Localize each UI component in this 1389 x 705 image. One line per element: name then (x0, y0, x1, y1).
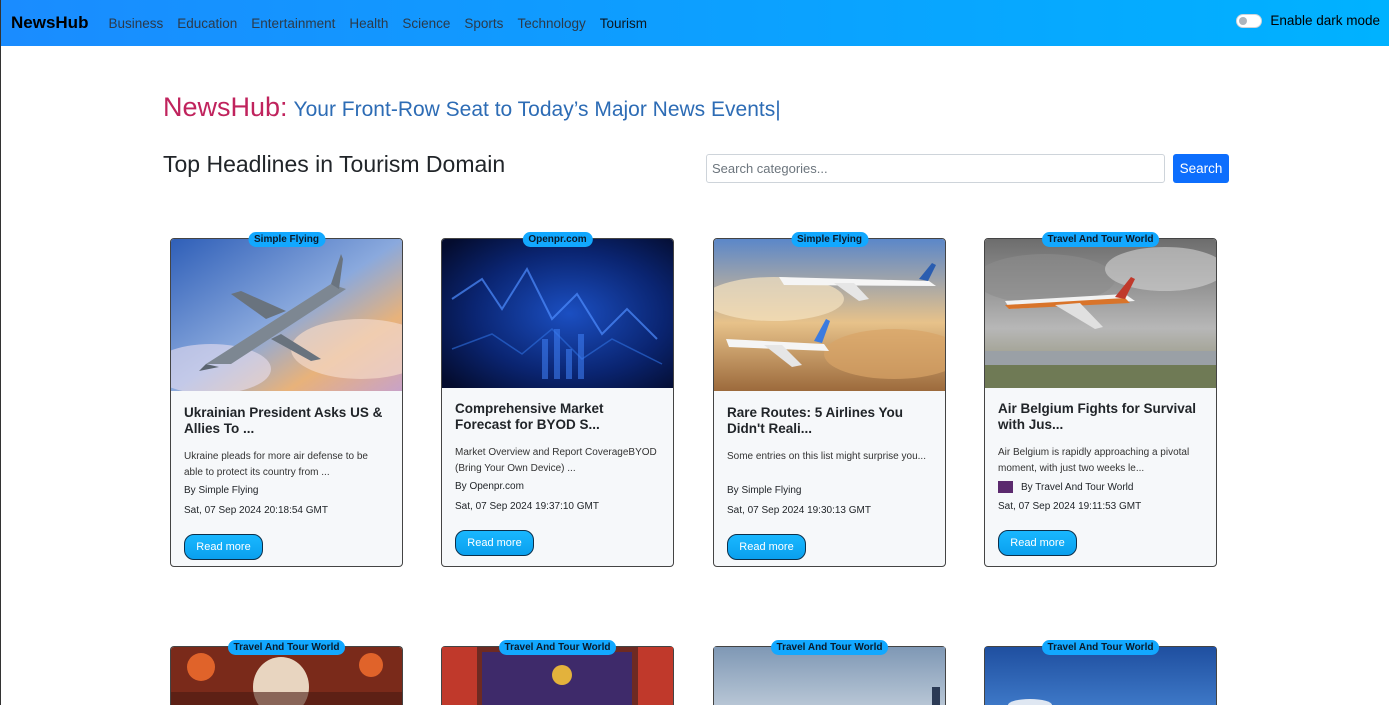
navbar-brand[interactable]: NewsHub (11, 13, 88, 33)
card-author: By Travel And Tour World (998, 481, 1133, 493)
read-more-button[interactable]: Read more (184, 534, 263, 560)
card-author: By Simple Flying (184, 485, 258, 496)
news-card: Travel And Tour World (713, 640, 946, 705)
source-badge: Simple Flying (790, 232, 869, 247)
nav-link-tourism[interactable]: Tourism (600, 16, 647, 31)
source-badge: Travel And Tour World (1041, 640, 1160, 655)
news-card: Simple Flying Rare Routes: 5 Airlines Yo… (713, 232, 946, 567)
card-description: Air Belgium is rapidly approaching a piv… (998, 447, 1190, 474)
airliners-image (714, 239, 945, 391)
nav-link-education[interactable]: Education (177, 16, 237, 31)
dark-mode-switch[interactable] (1236, 13, 1263, 28)
news-card: Travel And Tour World (170, 640, 403, 705)
switch-knob (1239, 16, 1248, 25)
source-badge: Travel And Tour World (227, 640, 346, 655)
nav-link-sports[interactable]: Sports (464, 16, 503, 31)
section-title: Top Headlines in Tourism Domain (163, 151, 506, 177)
card-title[interactable]: Ukrainian President Asks US & Allies To … (184, 405, 389, 437)
card-description: Some entries on this list might surprise… (727, 451, 926, 462)
nav-link-science[interactable]: Science (402, 16, 450, 31)
source-badge: Travel And Tour World (770, 640, 889, 655)
card-title[interactable]: Air Belgium Fights for Survival with Jus… (998, 401, 1203, 433)
dark-mode-toggle[interactable]: Enable dark mode (1236, 13, 1380, 28)
card-date: Sat, 07 Sep 2024 20:18:54 GMT (184, 505, 328, 516)
source-logo-icon (998, 481, 1013, 493)
news-card: Travel And Tour World Air Belgium Fights… (984, 232, 1217, 567)
card-image (985, 239, 1216, 388)
nav-link-entertainment[interactable]: Entertainment (251, 16, 335, 31)
card-author-text: By Simple Flying (727, 485, 802, 496)
typing-caret: | (775, 98, 781, 121)
source-badge: Travel And Tour World (1041, 232, 1160, 247)
source-badge: Travel And Tour World (498, 640, 617, 655)
card-image (442, 239, 673, 388)
search-input[interactable] (706, 154, 1165, 183)
nav-link-technology[interactable]: Technology (517, 16, 585, 31)
market-chart-image (442, 239, 673, 388)
decor-image (442, 647, 673, 705)
airport-plane-image (985, 239, 1216, 388)
card-author: By Openpr.com (455, 481, 524, 492)
card-date: Sat, 07 Sep 2024 19:37:10 GMT (455, 501, 599, 512)
news-card: Travel And Tour World (984, 640, 1217, 705)
dark-mode-label: Enable dark mode (1270, 13, 1380, 28)
nav-link-business[interactable]: Business (108, 16, 163, 31)
hero-tagline: Your Front-Row Seat to Today’s Major New… (293, 98, 776, 121)
nav-link-health[interactable]: Health (349, 16, 388, 31)
card-author-text: By Openpr.com (455, 481, 524, 492)
read-more-button[interactable]: Read more (455, 530, 534, 556)
card-title[interactable]: Rare Routes: 5 Airlines You Didn't Reali… (727, 405, 932, 437)
hero-heading: NewsHub: Your Front-Row Seat to Today’s … (163, 92, 781, 123)
fighter-jet-image (171, 239, 402, 391)
news-card: Travel And Tour World (441, 640, 674, 705)
festival-image (171, 647, 402, 705)
source-badge: Simple Flying (247, 232, 326, 247)
news-card: Openpr.com Comprehensive Market Forecast… (441, 232, 674, 567)
news-card: Simple Flying Ukrainian President Asks U… (170, 232, 403, 567)
card-author: By Simple Flying (727, 485, 801, 496)
search-button[interactable]: Search (1173, 154, 1229, 183)
card-description: Market Overview and Report CoverageBYOD … (455, 447, 657, 474)
card-description: Ukraine pleads for more air defense to b… (184, 451, 368, 478)
card-image (171, 239, 402, 391)
read-more-button[interactable]: Read more (998, 530, 1077, 556)
source-badge: Openpr.com (522, 232, 593, 247)
card-image (714, 239, 945, 391)
card-title[interactable]: Comprehensive Market Forecast for BYOD S… (455, 401, 660, 433)
hero-brand: NewsHub: (163, 92, 288, 122)
read-more-button[interactable]: Read more (727, 534, 806, 560)
plane-sky-image (985, 647, 1216, 705)
card-author-text: By Travel And Tour World (1021, 481, 1134, 493)
card-date: Sat, 07 Sep 2024 19:11:53 GMT (998, 501, 1142, 512)
card-author-text: By Simple Flying (184, 485, 259, 496)
sky-image (714, 647, 945, 705)
card-date: Sat, 07 Sep 2024 19:30:13 GMT (727, 505, 871, 516)
navbar: NewsHub Business Education Entertainment… (1, 0, 1389, 46)
